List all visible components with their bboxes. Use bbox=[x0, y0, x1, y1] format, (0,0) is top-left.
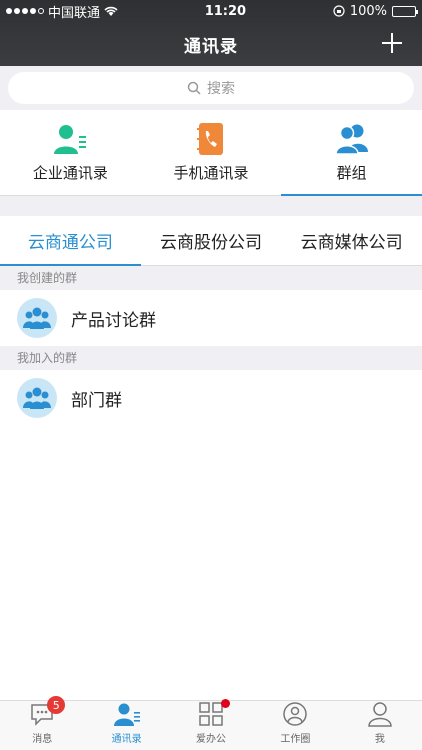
group-icon bbox=[334, 124, 368, 155]
search-placeholder: 搜索 bbox=[207, 81, 235, 97]
new-dot-badge bbox=[221, 699, 231, 708]
search-icon bbox=[187, 81, 201, 95]
tab-contacts[interactable]: 通讯录 bbox=[84, 701, 168, 750]
top-bar: 中国联通 11:20 100% 通讯录 bbox=[0, 0, 422, 66]
category-groups[interactable]: 群组 bbox=[281, 110, 422, 196]
search-input[interactable]: 搜索 bbox=[8, 72, 414, 104]
group-row[interactable]: 部门群 bbox=[0, 370, 422, 426]
enterprise-contacts-icon bbox=[54, 125, 87, 154]
group-avatar-icon bbox=[17, 298, 57, 338]
tab-profile[interactable]: 我 bbox=[338, 701, 422, 750]
search-area: 搜索 bbox=[0, 66, 422, 110]
nav-bar: 通讯录 bbox=[0, 22, 422, 66]
company-tab-yunshangtong[interactable]: 云商通公司 bbox=[0, 216, 141, 266]
category-tabs: 企业通讯录 手机通讯录 群组 bbox=[0, 110, 422, 196]
group-name: 部门群 bbox=[71, 390, 122, 411]
apps-grid-icon bbox=[199, 702, 223, 726]
section-header-created: 我创建的群 bbox=[0, 266, 422, 290]
tab-label: 我 bbox=[374, 734, 385, 745]
category-label: 群组 bbox=[336, 164, 367, 182]
group-name: 产品讨论群 bbox=[71, 310, 156, 331]
tab-messages[interactable]: 5 消息 bbox=[0, 696, 84, 750]
unread-badge: 5 bbox=[47, 696, 66, 714]
group-row[interactable]: 产品讨论群 bbox=[0, 290, 422, 346]
bottom-tab-bar: 5 消息 通讯录 爱办公 工作圈 我 bbox=[0, 696, 422, 750]
profile-icon bbox=[368, 702, 392, 727]
add-icon[interactable] bbox=[380, 31, 404, 55]
carrier-name: 中国联通 bbox=[48, 5, 101, 21]
company-tab-yunshang-media[interactable]: 云商媒体公司 bbox=[281, 216, 422, 265]
battery-percent: 100% bbox=[349, 3, 387, 19]
category-enterprise-contacts[interactable]: 企业通讯录 bbox=[0, 110, 141, 195]
category-label: 企业通讯录 bbox=[32, 164, 108, 182]
category-label: 手机通讯录 bbox=[173, 164, 249, 182]
tab-work-circle[interactable]: 工作圈 bbox=[253, 701, 337, 750]
phone-book-icon bbox=[197, 123, 223, 155]
orientation-lock-icon bbox=[333, 5, 345, 17]
signal-icon bbox=[6, 8, 44, 14]
page-title: 通讯录 bbox=[184, 36, 238, 57]
status-time: 11:20 bbox=[204, 3, 247, 19]
tab-office[interactable]: 爱办公 bbox=[169, 699, 253, 750]
wifi-icon bbox=[104, 6, 118, 16]
section-spacer bbox=[0, 196, 422, 216]
company-tab-yunshang-shares[interactable]: 云商股份公司 bbox=[141, 216, 282, 265]
contacts-icon bbox=[113, 703, 140, 726]
tab-label: 爱办公 bbox=[196, 734, 227, 745]
status-bar: 中国联通 11:20 100% bbox=[0, 0, 422, 22]
work-circle-icon bbox=[283, 702, 308, 726]
tab-label: 通讯录 bbox=[111, 734, 142, 745]
battery-icon bbox=[391, 5, 418, 17]
company-tabs: 云商通公司 云商股份公司 云商媒体公司 bbox=[0, 216, 422, 266]
section-header-joined: 我加入的群 bbox=[0, 346, 422, 370]
tab-label: 消息 bbox=[32, 734, 53, 745]
tab-label: 工作圈 bbox=[280, 734, 311, 745]
group-avatar-icon bbox=[17, 378, 57, 418]
category-phone-contacts[interactable]: 手机通讯录 bbox=[141, 110, 282, 195]
